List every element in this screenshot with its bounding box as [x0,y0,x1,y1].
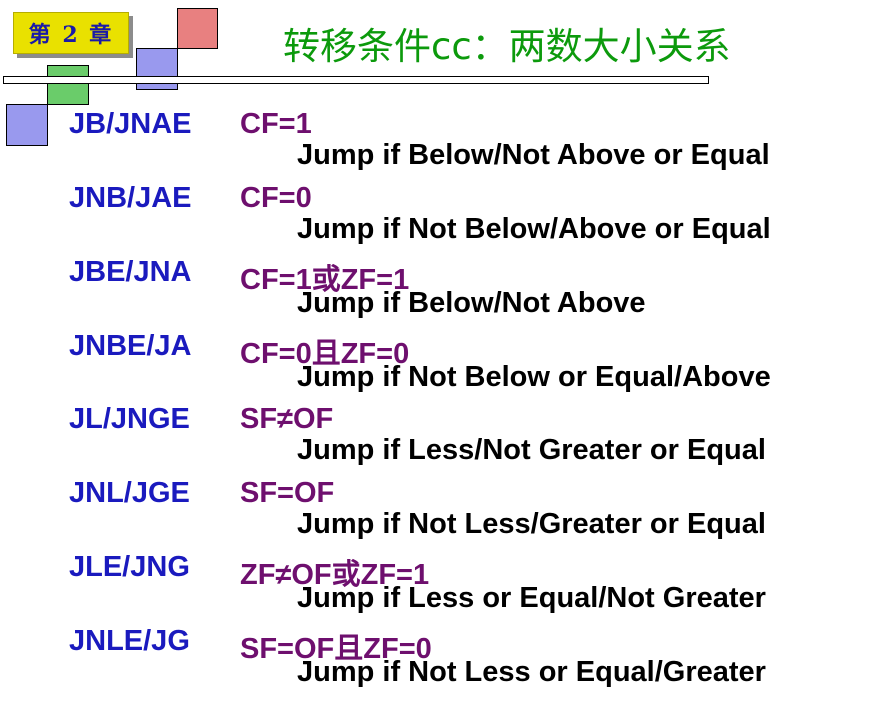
instruction-description: Jump if Below/Not Above [297,287,646,319]
instruction-entry: JLE/JNG ZF≠OF或ZF=1 Jump if Less or Equal… [0,551,890,625]
instruction-mnemonic: JNB/JAE [69,182,192,214]
instruction-description: Jump if Not Less or Equal/Greater [297,656,766,688]
instruction-mnemonic: JNL/JGE [69,477,190,509]
instruction-description: Jump if Not Less/Greater or Equal [297,508,766,540]
header-rule [3,76,709,84]
instruction-description: Jump if Below/Not Above or Equal [297,139,770,171]
chapter-badge: 第 2 章 [13,12,129,54]
instruction-description: Jump if Less or Equal/Not Greater [297,582,766,614]
instruction-condition: SF=OF [240,477,335,509]
instruction-condition: CF=1 [240,108,312,140]
slide-title: 转移条件cc：两数大小关系 [283,25,731,68]
instruction-entry: JL/JNGE SF≠OF Jump if Less/Not Greater o… [0,403,890,477]
instruction-mnemonic: JL/JNGE [69,403,190,435]
instruction-mnemonic: JNBE/JA [69,330,192,362]
instruction-entry: JNL/JGE SF=OF Jump if Not Less/Greater o… [0,477,890,551]
instruction-mnemonic: JNLE/JG [69,625,190,657]
instruction-description: Jump if Not Below/Above or Equal [297,213,771,245]
decorative-square-red [177,8,218,49]
instruction-condition: CF=0 [240,182,312,214]
instruction-entry: JNLE/JG SF=OF且ZF=0 Jump if Not Less or E… [0,625,890,699]
instruction-description: Jump if Less/Not Greater or Equal [297,434,766,466]
instruction-entry: JNB/JAE CF=0 Jump if Not Below/Above or … [0,182,890,256]
decorative-square-green [47,65,89,105]
instruction-mnemonic: JBE/JNA [69,256,192,288]
instruction-entry: JB/JNAE CF=1 Jump if Below/Not Above or … [0,108,890,182]
instruction-description: Jump if Not Below or Equal/Above [297,361,771,393]
instruction-entry: JBE/JNA CF=1或ZF=1 Jump if Below/Not Abov… [0,256,890,330]
instruction-entry: JNBE/JA CF=0且ZF=0 Jump if Not Below or E… [0,330,890,404]
instruction-mnemonic: JLE/JNG [69,551,190,583]
instruction-mnemonic: JB/JNAE [69,108,192,140]
instruction-condition: SF≠OF [240,403,334,435]
